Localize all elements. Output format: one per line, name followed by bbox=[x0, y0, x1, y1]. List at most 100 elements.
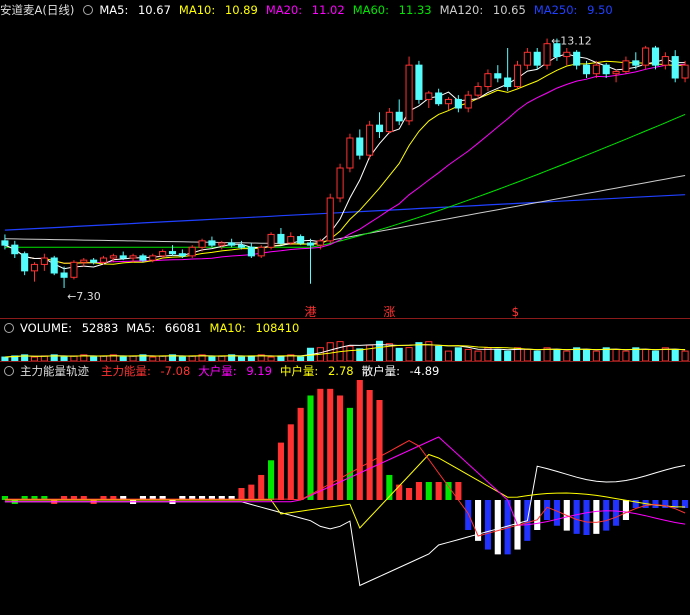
candle-body bbox=[1, 240, 9, 246]
candle-body bbox=[247, 246, 255, 257]
volume-legend-value: 52883 bbox=[81, 321, 119, 335]
candle-body bbox=[139, 255, 147, 261]
energy-bar bbox=[307, 395, 314, 500]
low-price-label: ←7.30 bbox=[67, 290, 101, 303]
price-legend-item: MA60: bbox=[352, 3, 393, 17]
energy-bar bbox=[484, 500, 491, 550]
volume-bar bbox=[356, 348, 364, 361]
price-chart: ←13.12 ←7.30 港 涨 $ bbox=[1, 35, 689, 318]
candle-body bbox=[661, 56, 669, 66]
indicator-legend-value: 9.19 bbox=[246, 364, 272, 378]
energy-bar bbox=[277, 442, 284, 500]
settings-circle-icon[interactable] bbox=[4, 366, 14, 376]
volume-bar bbox=[622, 350, 630, 361]
volume-chart bbox=[1, 340, 689, 361]
energy-bar bbox=[248, 484, 255, 500]
candle-body bbox=[326, 197, 334, 242]
volume-bar bbox=[681, 350, 689, 361]
candle-body bbox=[573, 51, 581, 66]
energy-bar bbox=[366, 390, 373, 500]
indicator-legend-item: 中户量: bbox=[279, 364, 322, 378]
energy-bar bbox=[337, 395, 344, 500]
energy-bar bbox=[435, 482, 442, 500]
high-price-label: ←13.12 bbox=[551, 35, 592, 48]
candle-body bbox=[632, 60, 640, 66]
volume-bar bbox=[444, 350, 453, 361]
candle-body bbox=[297, 236, 305, 244]
candle-body bbox=[444, 98, 453, 105]
candle-body bbox=[188, 246, 196, 257]
volume-panel: VOLUME: 52883 MA5: 66081 MA10: 108410 bbox=[0, 319, 690, 361]
candle-body bbox=[60, 272, 68, 278]
price-legend-item: MA120: bbox=[439, 3, 487, 17]
candle-body bbox=[346, 137, 354, 169]
volume-bar bbox=[612, 348, 620, 361]
candle-body bbox=[651, 47, 660, 66]
volume-bar bbox=[454, 347, 462, 361]
volume-bar bbox=[523, 348, 531, 361]
price-panel: 安道麦A(日线) MA5: 10.67 MA10: 10.89 MA20: 11.02… bbox=[0, 0, 690, 318]
candle-body bbox=[474, 86, 482, 96]
volume-bar bbox=[671, 348, 679, 361]
candle-body bbox=[80, 259, 88, 263]
energy-bar bbox=[396, 484, 403, 500]
energy-bar bbox=[238, 488, 245, 500]
large-volume-line bbox=[4, 436, 686, 526]
candle-body bbox=[277, 233, 285, 244]
candle-body bbox=[149, 255, 157, 261]
candle-body bbox=[494, 73, 502, 79]
volume-legend-item: MA10: bbox=[209, 321, 250, 335]
indicator-legend-value: 2.78 bbox=[327, 364, 354, 378]
retail-volume-line bbox=[4, 464, 686, 587]
volume-bar bbox=[504, 350, 512, 361]
ma20-line bbox=[4, 63, 686, 264]
energy-bar bbox=[494, 500, 501, 555]
candle-body bbox=[119, 255, 127, 259]
candle-body bbox=[533, 51, 541, 66]
signal-marker: $ bbox=[512, 305, 520, 318]
candle-body bbox=[405, 64, 413, 122]
candle-body bbox=[316, 240, 324, 246]
volume-bar bbox=[494, 348, 502, 361]
price-header: 安道麦A(日线) MA5: 10.67 MA10: 10.89 MA20: 11.02… bbox=[0, 1, 690, 19]
candle-body bbox=[218, 242, 226, 246]
candle-body bbox=[612, 71, 620, 75]
volume-bar bbox=[651, 350, 660, 361]
energy-bar bbox=[465, 500, 472, 530]
indicator-legend-item: 大户量: bbox=[198, 364, 241, 378]
volume-bar bbox=[326, 342, 334, 361]
candle-body bbox=[90, 259, 98, 263]
candle-body bbox=[168, 251, 177, 255]
signal-marker: 涨 bbox=[383, 304, 395, 318]
candle-body bbox=[356, 137, 364, 156]
candle-body bbox=[425, 92, 433, 100]
candle-body bbox=[464, 94, 472, 109]
price-legend-value: 10.67 bbox=[137, 3, 171, 17]
energy-bar bbox=[534, 500, 541, 530]
volume-bar bbox=[592, 350, 600, 361]
candle-body bbox=[70, 261, 78, 278]
candle-body bbox=[681, 64, 689, 79]
indicator-panel: 主力能量轨迹 主力能量: -7.08 大户量: 9.19 中户量: 2.78 散户量: … bbox=[0, 362, 690, 615]
settings-circle-icon[interactable] bbox=[83, 5, 94, 15]
candle-body bbox=[30, 263, 39, 272]
volume-bar bbox=[346, 345, 354, 361]
price-legend-value: 11.33 bbox=[398, 3, 432, 17]
indicator-chart bbox=[1, 380, 689, 587]
main-energy-line bbox=[4, 440, 686, 537]
volume-bar bbox=[435, 345, 443, 361]
energy-bar bbox=[583, 500, 590, 535]
candle-body bbox=[415, 64, 423, 100]
candle-body bbox=[563, 51, 571, 58]
settings-circle-icon[interactable] bbox=[4, 323, 14, 333]
volume-bar bbox=[366, 344, 374, 361]
candle-body bbox=[40, 257, 48, 265]
volume-bar bbox=[563, 350, 571, 361]
volume-bar bbox=[553, 348, 561, 361]
candle-body bbox=[385, 111, 393, 133]
price-legend-item: MA5: bbox=[99, 3, 132, 17]
volume-legend-value: 108410 bbox=[255, 321, 300, 335]
candle-body bbox=[366, 124, 374, 156]
candle-body bbox=[504, 77, 512, 88]
indicator-legend-value: -7.08 bbox=[160, 364, 191, 378]
